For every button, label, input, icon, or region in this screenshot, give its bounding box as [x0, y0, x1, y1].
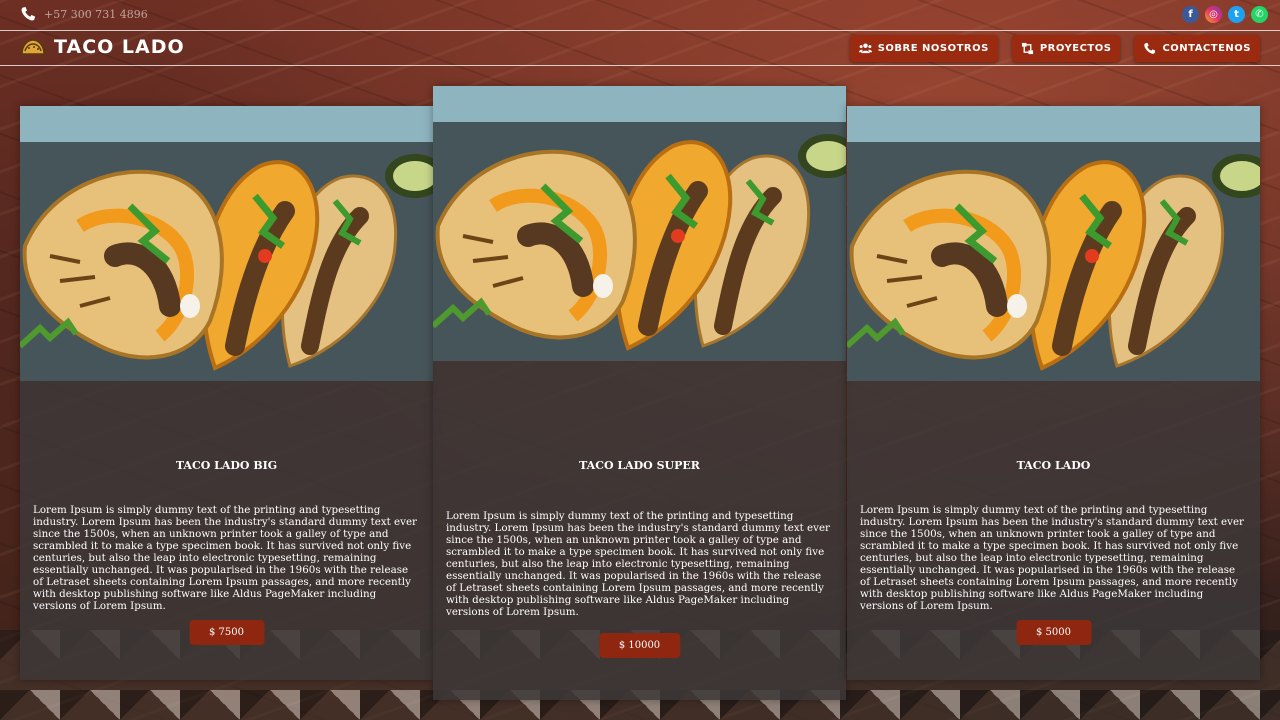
product-description: Lorem Ipsum is simply dummy text of the … — [446, 510, 830, 618]
product-description: Lorem Ipsum is simply dummy text of the … — [33, 504, 417, 612]
nav-menu: SOBRE NOSOTROS PROYECTOS CONTACTENOS — [849, 35, 1260, 62]
product-image — [433, 86, 846, 361]
product-title: TACO LADO SUPER — [579, 459, 700, 472]
brand-name: TACO LADO — [54, 36, 185, 58]
nav-sobre-nosotros-button[interactable]: SOBRE NOSOTROS — [849, 35, 998, 62]
taco-icon — [21, 39, 45, 55]
phone-icon — [1144, 42, 1156, 54]
social-links: f ◎ t ✆ — [1182, 6, 1268, 23]
twitter-icon[interactable]: t — [1228, 6, 1245, 23]
price-button[interactable]: $ 5000 — [1016, 620, 1091, 645]
sitemap-icon — [1021, 42, 1033, 55]
phone-number: +57 300 731 4896 — [44, 7, 148, 21]
product-image — [847, 106, 1260, 381]
users-icon — [858, 43, 872, 54]
product-title: TACO LADO BIG — [175, 459, 278, 472]
instagram-icon[interactable]: ◎ — [1205, 6, 1222, 23]
nav-proyectos-label: PROYECTOS — [1039, 43, 1112, 54]
price-button[interactable]: $ 7500 — [189, 620, 264, 645]
nav-contactenos-button[interactable]: CONTACTENOS — [1134, 35, 1260, 62]
main-navbar: TACO LADO SOBRE NOSOTROS PROYECTOS CONTA… — [0, 31, 1280, 66]
phone-contact[interactable]: +57 300 731 4896 — [20, 6, 148, 22]
product-image — [20, 106, 433, 381]
product-card: TACO LADO BIG Lorem Ipsum is simply dumm… — [20, 106, 433, 680]
phone-icon — [21, 7, 35, 21]
price-button[interactable]: $ 10000 — [598, 633, 681, 658]
nav-sobre-nosotros-label: SOBRE NOSOTROS — [877, 43, 989, 54]
product-description: Lorem Ipsum is simply dummy text of the … — [860, 504, 1244, 612]
product-title: TACO LADO — [1016, 459, 1091, 472]
top-info-bar: +57 300 731 4896 f ◎ t ✆ — [0, 0, 1280, 31]
tacos-image — [847, 106, 1260, 381]
whatsapp-icon[interactable]: ✆ — [1251, 6, 1268, 23]
product-card: TACO LADO Lorem Ipsum is simply dummy te… — [847, 106, 1260, 680]
nav-contactenos-label: CONTACTENOS — [1162, 43, 1251, 54]
tacos-image — [433, 86, 846, 361]
product-card: TACO LADO SUPER Lorem Ipsum is simply du… — [433, 86, 846, 700]
facebook-icon[interactable]: f — [1182, 6, 1199, 23]
brand-logo[interactable]: TACO LADO — [20, 36, 185, 58]
tacos-image — [20, 106, 433, 381]
nav-proyectos-button[interactable]: PROYECTOS — [1011, 35, 1121, 62]
